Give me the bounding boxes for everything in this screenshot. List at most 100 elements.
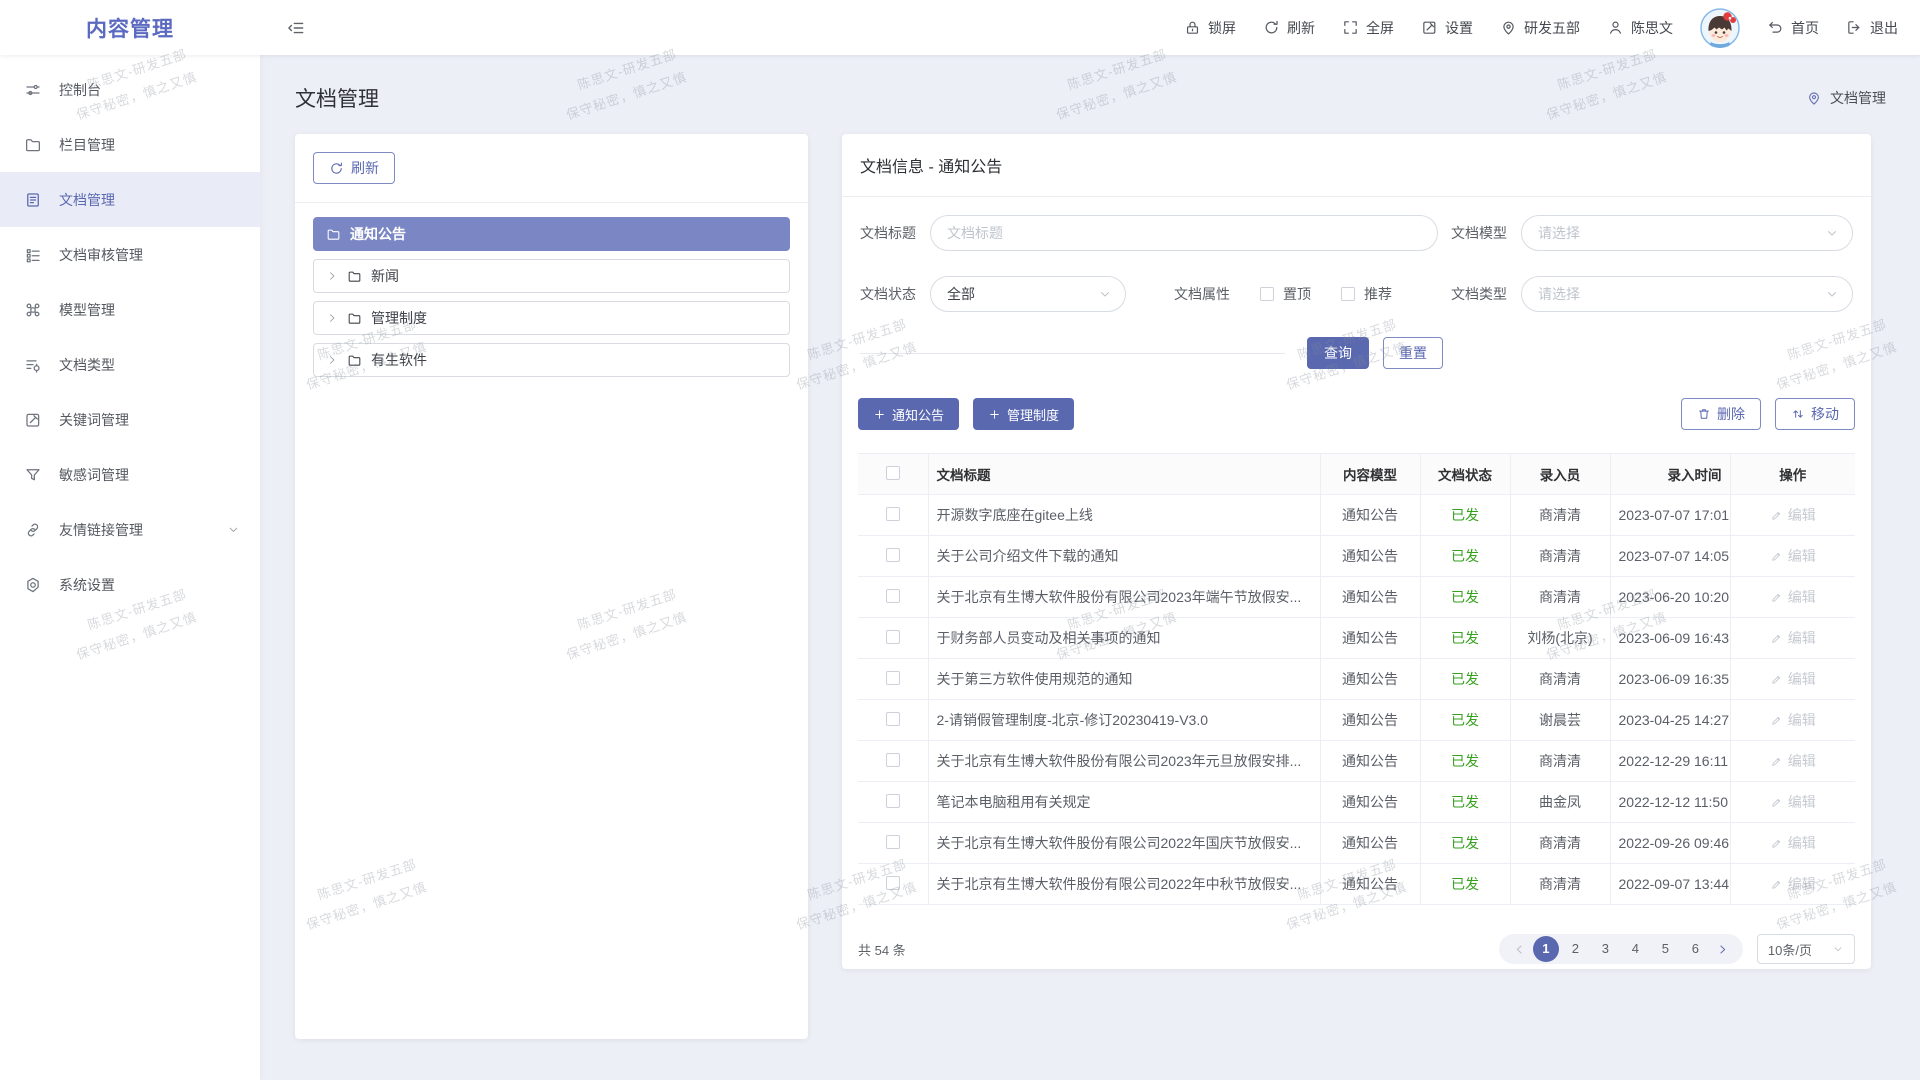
department-indicator[interactable]: 研发五部 [1500,18,1580,38]
table-row: 笔记本电脑租用有关规定 通知公告 已发 曲金凤 2022-12-12 11:50… [858,782,1855,823]
tree-refresh-button[interactable]: 刷新 [313,152,395,184]
sidebar-item-friend-links[interactable]: 友情链接管理 [0,502,260,557]
sidebar-nav: 控制台 栏目管理 文档管理 文档审核管理 模型管理 文档类型 关键词管理 敏感词… [0,55,260,1080]
edit-button[interactable]: 编辑 [1770,792,1816,812]
tree-node-notice[interactable]: 通知公告 [313,217,790,251]
user-icon [1607,19,1624,36]
table-row: 关于北京有生博大软件股份有限公司2023年端午节放假安... 通知公告 已发 商… [858,577,1855,618]
sidebar-item-document-type[interactable]: 文档类型 [0,337,260,392]
refresh-button[interactable]: 刷新 [1263,18,1315,38]
row-checkbox[interactable] [886,507,900,521]
doc-status-select[interactable]: 全部 [930,276,1126,312]
edit-button[interactable]: 编辑 [1770,628,1816,648]
header-actions: 锁屏 刷新 全屏 设置 研发五部 陈思文 [1184,8,1920,48]
edit-button[interactable]: 编辑 [1770,833,1816,853]
chevron-down-icon [1825,226,1839,240]
edit-button[interactable]: 编辑 [1770,546,1816,566]
column-header-actions: 操作 [1730,454,1855,495]
edit-button[interactable]: 编辑 [1770,874,1816,894]
row-checkbox[interactable] [886,794,900,808]
doc-type-select[interactable]: 请选择 [1521,276,1853,312]
user-avatar[interactable] [1700,8,1740,48]
status-badge: 已发 [1451,753,1479,769]
sidebar-item-document-management[interactable]: 文档管理 [0,172,260,227]
row-checkbox[interactable] [886,671,900,685]
checkbox[interactable] [1341,287,1355,301]
folder-icon [347,311,362,326]
document-icon [24,191,42,209]
doc-model-select[interactable]: 请选择 [1521,215,1853,251]
breadcrumb: 文档管理 [1806,88,1886,108]
home-button[interactable]: 首页 [1767,18,1819,38]
page-button-2[interactable]: 2 [1562,936,1589,962]
folder-icon [347,269,362,284]
row-checkbox[interactable] [886,835,900,849]
checkbox[interactable] [1260,287,1274,301]
prev-page-button[interactable] [1509,943,1530,956]
doc-title-input[interactable] [930,215,1438,251]
folder-icon [326,227,341,242]
page-button-3[interactable]: 3 [1592,936,1619,962]
command-icon [24,301,42,319]
fullscreen-button[interactable]: 全屏 [1342,18,1394,38]
table-row: 关于北京有生博大软件股份有限公司2022年中秋节放假安... 通知公告 已发 商… [858,864,1855,905]
page-button-4[interactable]: 4 [1622,936,1649,962]
edit-button[interactable]: 编辑 [1770,710,1816,730]
page-button-6[interactable]: 6 [1682,936,1709,962]
document-info-panel: 文档信息 - 通知公告 文档标题 文档模型 请选择 文档状态 全部 [842,134,1871,969]
edit-button[interactable]: 编辑 [1770,587,1816,607]
page-size-select[interactable]: 10条/页 [1757,934,1855,964]
edit-button[interactable]: 编辑 [1770,669,1816,689]
status-badge: 已发 [1451,589,1479,605]
select-all-checkbox[interactable] [886,466,900,480]
row-checkbox[interactable] [886,548,900,562]
sidebar-item-document-review[interactable]: 文档审核管理 [0,227,260,282]
sidebar-item-sensitive-words[interactable]: 敏感词管理 [0,447,260,502]
sidebar-item-system-settings[interactable]: 系统设置 [0,557,260,612]
logout-icon [1846,19,1863,36]
sidebar-collapse-icon[interactable] [286,18,306,38]
search-button[interactable]: 查询 [1307,337,1369,369]
chevron-right-icon [1716,943,1729,956]
delete-button[interactable]: 删除 [1681,398,1761,430]
location-pin-icon [1806,90,1822,106]
add-notice-button[interactable]: 通知公告 [858,398,959,430]
attr-checkbox-recommended[interactable]: 推荐 [1341,284,1392,304]
chevron-left-icon [1513,943,1526,956]
edit-button[interactable]: 编辑 [1770,751,1816,771]
attr-checkbox-pinned[interactable]: 置顶 [1260,284,1311,304]
sidebar-item-console[interactable]: 控制台 [0,62,260,117]
row-checkbox[interactable] [886,630,900,644]
edit-button[interactable]: 编辑 [1770,505,1816,525]
reset-button[interactable]: 重置 [1383,337,1443,369]
filter-form: 文档标题 文档模型 请选择 文档状态 全部 文 [842,197,1871,312]
sidebar-item-column-management[interactable]: 栏目管理 [0,117,260,172]
pencil-icon [1770,550,1783,563]
row-checkbox[interactable] [886,753,900,767]
current-user[interactable]: 陈思文 [1607,18,1673,38]
tree-node-news[interactable]: 新闻 [313,259,790,293]
refresh-icon [1263,19,1280,36]
move-button[interactable]: 移动 [1775,398,1855,430]
page-button-1[interactable]: 1 [1533,936,1559,962]
row-checkbox[interactable] [886,589,900,603]
tree-node-yousheng-software[interactable]: 有生软件 [313,343,790,377]
sidebar-item-model-management[interactable]: 模型管理 [0,282,260,337]
sidebar-item-keyword-management[interactable]: 关键词管理 [0,392,260,447]
page-button-5[interactable]: 5 [1652,936,1679,962]
tree-node-management-rules[interactable]: 管理制度 [313,301,790,335]
edit-square-icon [1421,19,1438,36]
row-checkbox[interactable] [886,712,900,726]
settings-button[interactable]: 设置 [1421,18,1473,38]
refresh-icon [329,161,344,176]
lock-screen-button[interactable]: 锁屏 [1184,18,1236,38]
column-header-title: 文档标题 [928,454,1320,495]
main-content: 文档管理 文档管理 刷新 通知公告 新闻 [260,55,1920,1080]
add-management-rule-button[interactable]: 管理制度 [973,398,1074,430]
checklist-icon [24,246,42,264]
logout-button[interactable]: 退出 [1846,18,1898,38]
search-buttons-row: 查询 重置 [860,337,1853,369]
status-badge: 已发 [1451,835,1479,851]
row-checkbox[interactable] [886,876,900,890]
next-page-button[interactable] [1712,943,1733,956]
